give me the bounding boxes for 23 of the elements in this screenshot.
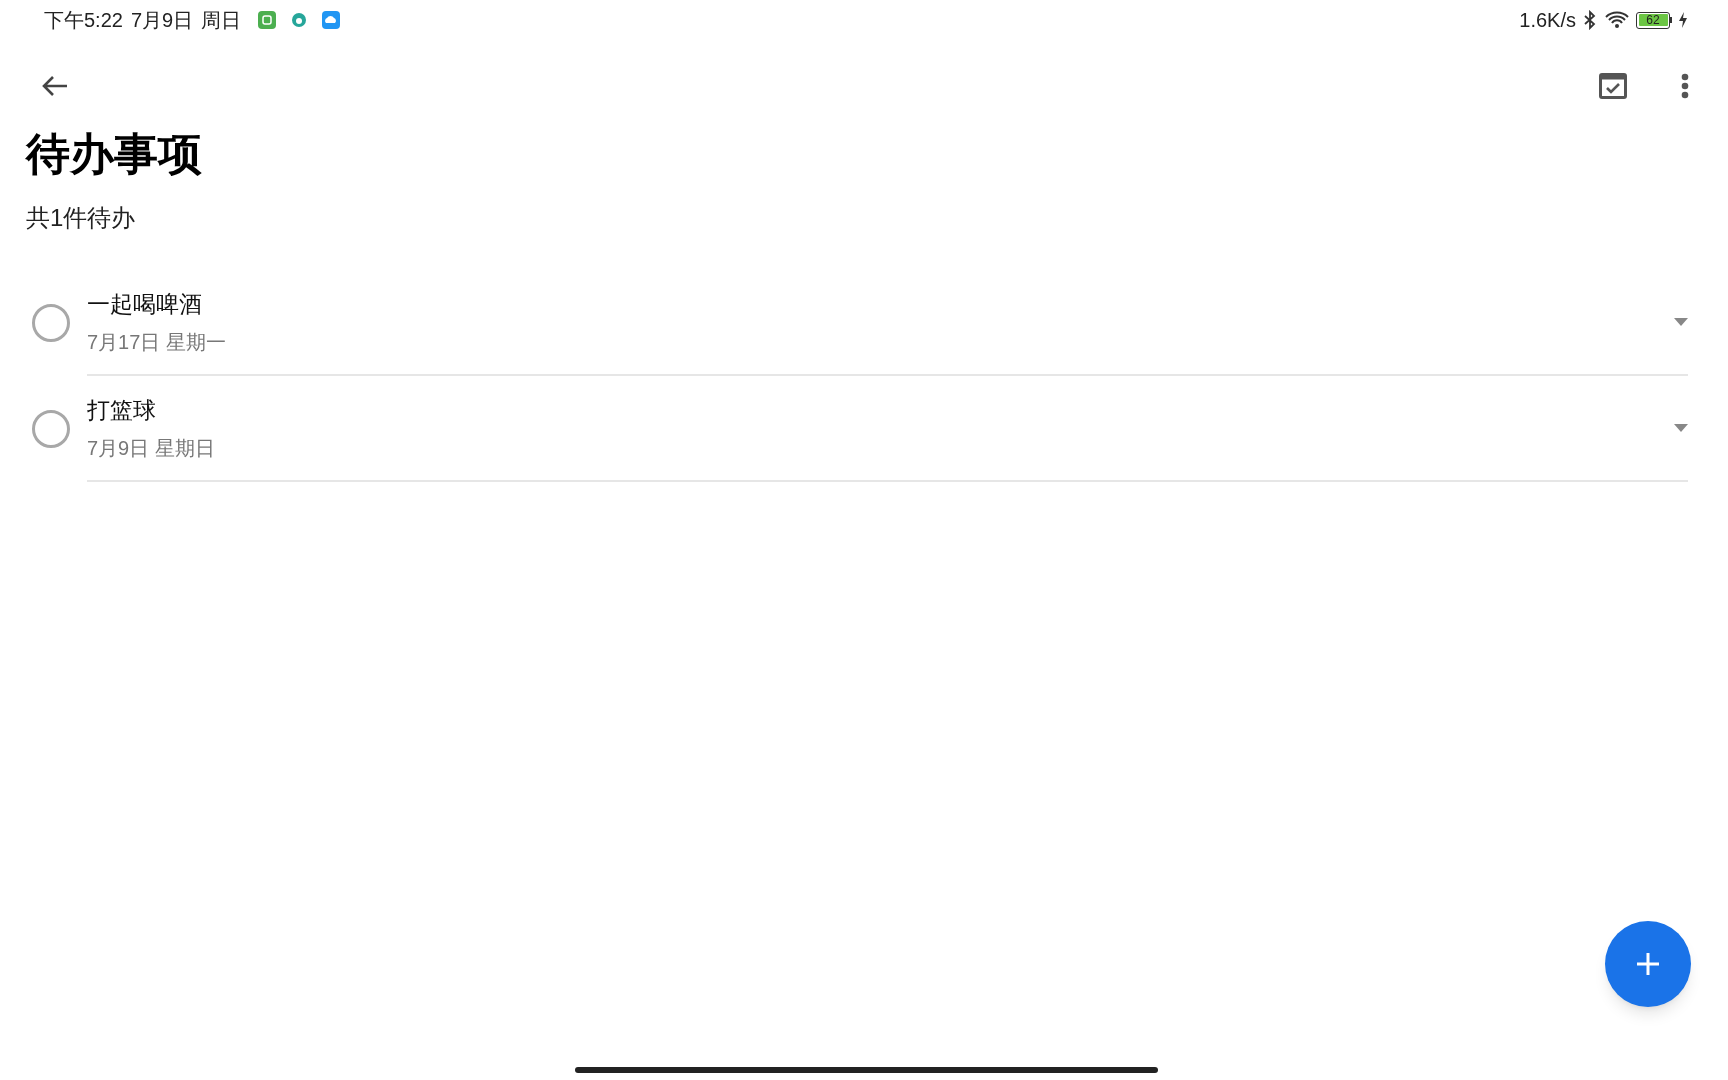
calendar-check-button[interactable] bbox=[1598, 71, 1628, 101]
status-time: 下午5:22 bbox=[44, 8, 123, 33]
battery-icon: 62 bbox=[1636, 11, 1672, 29]
todo-date: 7月9日 星期日 bbox=[87, 436, 215, 462]
wifi-icon bbox=[1604, 10, 1630, 30]
app-notification-icon bbox=[257, 10, 278, 30]
status-date: 7月9日 bbox=[130, 8, 194, 33]
back-arrow-icon bbox=[41, 74, 69, 98]
charging-icon bbox=[1678, 12, 1688, 28]
expand-caret-icon[interactable] bbox=[1674, 424, 1688, 432]
todo-date: 7月17日 星期一 bbox=[87, 330, 226, 356]
bluetooth-icon bbox=[1582, 10, 1598, 30]
status-weekday: 周日 bbox=[201, 8, 242, 33]
page-title: 待办事项 bbox=[26, 132, 202, 176]
todo-checkbox[interactable] bbox=[32, 304, 70, 342]
cloud-icon bbox=[321, 10, 342, 30]
plus-icon bbox=[1635, 951, 1661, 977]
expand-caret-icon[interactable] bbox=[1674, 318, 1688, 326]
todo-title: 打篮球 bbox=[87, 395, 156, 425]
network-speed: 1.6K/s bbox=[1519, 8, 1576, 33]
todo-count: 共1件待办 bbox=[26, 203, 136, 233]
todo-title: 一起喝啤酒 bbox=[87, 289, 202, 319]
todo-checkbox[interactable] bbox=[32, 410, 70, 448]
